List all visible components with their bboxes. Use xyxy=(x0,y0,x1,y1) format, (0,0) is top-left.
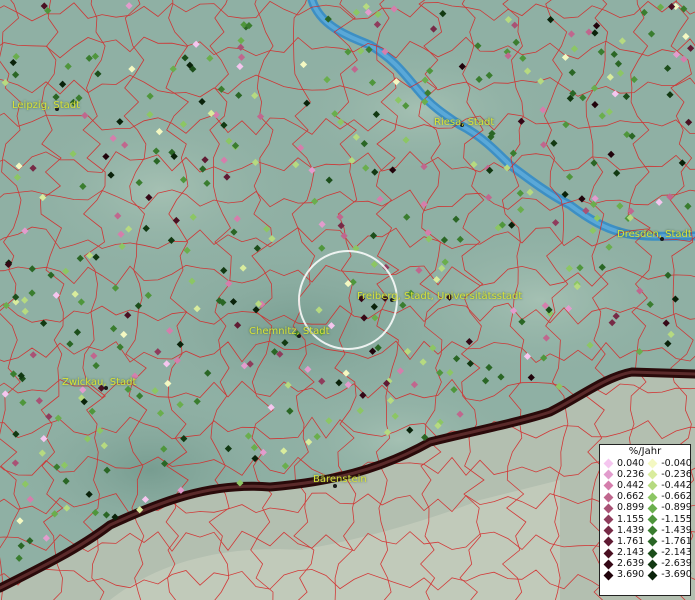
legend-entry-negative: -3.690 xyxy=(644,569,692,581)
legend-entry-positive: 0.236 xyxy=(600,468,645,480)
legend-swatch xyxy=(647,503,658,514)
legend-swatch xyxy=(603,559,614,570)
legend-row: 1.439 -1.439 xyxy=(600,524,692,536)
legend-swatch xyxy=(603,458,614,469)
legend-value: 3.690 xyxy=(617,569,645,581)
legend-entry-positive: 0.040 xyxy=(600,457,645,469)
legend-swatch xyxy=(603,525,614,536)
legend-entry-positive: 2.639 xyxy=(600,558,645,570)
legend-entry-negative: -1.761 xyxy=(644,535,692,547)
legend-value: 1.439 xyxy=(617,524,645,536)
legend-value: 1.155 xyxy=(617,513,645,525)
legend-swatch xyxy=(647,525,658,536)
legend-swatch xyxy=(603,548,614,559)
legend-value: 0.442 xyxy=(617,479,645,491)
legend-swatch xyxy=(603,481,614,491)
city-label-zwickau[interactable]: Zwickau, Stadt xyxy=(62,377,136,388)
legend-row: 0.899 -0.899 xyxy=(600,502,692,514)
legend-value: -3.690 xyxy=(661,569,692,581)
legend-swatch xyxy=(647,458,658,469)
legend-value: 1.761 xyxy=(617,535,645,547)
legend-value: -0.040 xyxy=(661,457,692,469)
legend-swatch xyxy=(603,570,614,581)
legend-entry-negative: -0.040 xyxy=(644,457,692,469)
city-label-chemnitz[interactable]: Chemnitz, Stadt xyxy=(249,326,330,337)
legend-entry-negative: -2.143 xyxy=(644,547,692,559)
legend-row: 2.143 -2.143 xyxy=(600,547,692,559)
map-layers xyxy=(0,0,695,600)
legend-value: 0.662 xyxy=(617,491,645,503)
legend-swatch xyxy=(647,570,658,581)
legend-value: 0.236 xyxy=(617,468,645,480)
legend-rows: 0.040 -0.040 0.236 -0.236 0.442 -0.442 0.662 -0… xyxy=(600,457,692,581)
legend-value: -0.442 xyxy=(661,479,692,491)
city-label-freiberg[interactable]: Freiberg, Stadt, Universitätsstadt xyxy=(357,291,522,302)
legend-swatch xyxy=(647,548,658,559)
legend-row: 1.761 -1.761 xyxy=(600,535,692,547)
legend-entry-negative: -1.155 xyxy=(644,513,692,525)
legend-value: -2.143 xyxy=(661,547,692,559)
city-label-baerenstein[interactable]: Bärenstein xyxy=(313,474,367,485)
legend-entry-positive: 1.761 xyxy=(600,535,645,547)
city-label-dresden[interactable]: Dresden, Stadt xyxy=(617,229,692,240)
legend-title: %/Jahr xyxy=(628,446,662,457)
legend-value: -1.761 xyxy=(661,535,692,547)
legend-entry-positive: 3.690 xyxy=(600,569,645,581)
legend-row: 3.690 -3.690 xyxy=(600,569,692,581)
city-label-riesa[interactable]: Riesa, Stadt xyxy=(434,117,494,128)
legend-swatch xyxy=(603,536,614,547)
legend-entry-negative: -1.439 xyxy=(644,524,692,536)
legend-entry-positive: 0.662 xyxy=(600,491,645,503)
legend-row: 0.442 -0.442 xyxy=(600,479,692,491)
legend-row: 0.040 -0.040 xyxy=(600,457,692,469)
legend-entry-negative: -0.236 xyxy=(644,468,692,480)
legend-entry-positive: 0.442 xyxy=(600,479,645,491)
legend-value: 2.639 xyxy=(617,558,645,570)
legend-swatch xyxy=(603,514,614,525)
legend-value: 0.899 xyxy=(617,502,645,514)
legend-entry-positive: 2.143 xyxy=(600,547,645,559)
legend-row: 1.155 -1.155 xyxy=(600,513,692,525)
legend-swatch xyxy=(603,469,614,480)
legend: %/Jahr 0.040 -0.040 0.236 -0.236 0.442 -0.442… xyxy=(599,444,692,596)
legend-entry-positive: 0.899 xyxy=(600,502,645,514)
legend-row: 0.662 -0.662 xyxy=(600,491,692,503)
legend-value: -2.639 xyxy=(661,558,692,570)
legend-entry-positive: 1.155 xyxy=(600,513,645,525)
legend-value: 0.040 xyxy=(617,457,645,469)
legend-value: -0.899 xyxy=(661,502,692,514)
legend-swatch xyxy=(603,492,614,503)
legend-swatch xyxy=(647,492,658,503)
legend-row: 0.236 -0.236 xyxy=(600,468,692,480)
legend-value: -0.236 xyxy=(661,468,692,480)
legend-swatch xyxy=(647,559,658,570)
legend-swatch xyxy=(647,469,658,480)
legend-swatch xyxy=(647,536,658,547)
legend-value: -1.439 xyxy=(661,524,692,536)
legend-entry-negative: -0.442 xyxy=(644,479,692,491)
legend-swatch xyxy=(647,481,658,491)
legend-entry-negative: -0.899 xyxy=(644,502,692,514)
legend-row: 2.639 -2.639 xyxy=(600,558,692,570)
legend-value: -0.662 xyxy=(661,491,692,503)
legend-entry-positive: 1.439 xyxy=(600,524,645,536)
map-canvas[interactable]: Leipzig, Stadt Riesa, Stadt Dresden, Sta… xyxy=(0,0,695,600)
legend-swatch xyxy=(603,503,614,514)
legend-entry-negative: -0.662 xyxy=(644,491,692,503)
legend-swatch xyxy=(647,514,658,525)
legend-value: -1.155 xyxy=(661,513,692,525)
legend-value: 2.143 xyxy=(617,547,645,559)
city-label-leipzig[interactable]: Leipzig, Stadt xyxy=(12,100,80,111)
legend-entry-negative: -2.639 xyxy=(644,558,692,570)
